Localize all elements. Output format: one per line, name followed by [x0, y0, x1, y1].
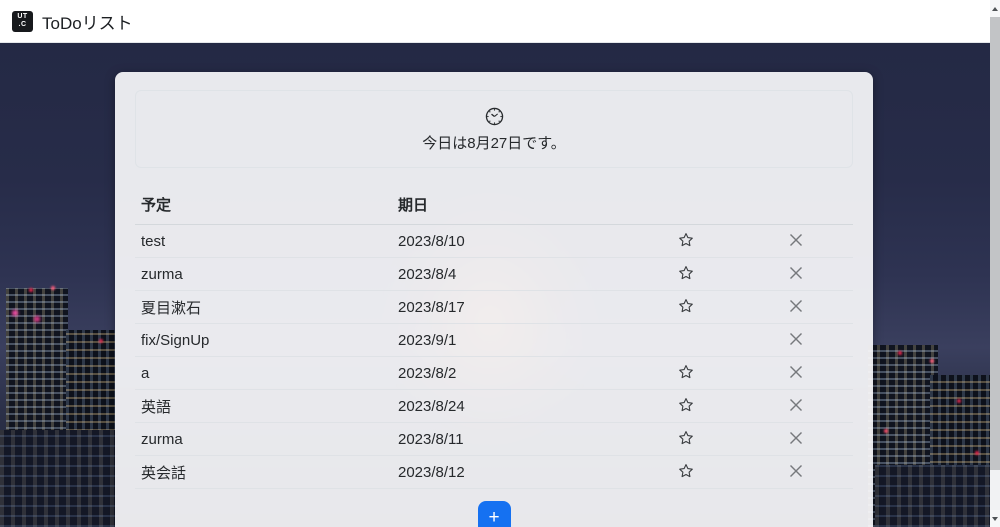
task-cell: test: [135, 225, 392, 258]
star-icon: [678, 232, 694, 248]
scroll-up-arrow-icon: [992, 7, 998, 11]
favorite-star-button[interactable]: [674, 461, 698, 481]
table-row: fix/SignUp 2023/9/1: [135, 324, 853, 357]
delete-x-button[interactable]: [784, 428, 808, 448]
favorite-star-button[interactable]: [674, 296, 698, 316]
page-title: ToDoリスト: [42, 9, 133, 34]
close-x-icon: [788, 298, 804, 314]
delete-x-button[interactable]: [784, 395, 808, 415]
column-header-task: 予定: [135, 188, 392, 225]
building: [875, 465, 990, 527]
task-cell: 英語: [135, 390, 392, 423]
delete-x-button[interactable]: [784, 461, 808, 481]
browser-viewport: UT .C ToDoリスト 今日は8月27日です。: [0, 0, 1000, 527]
app-header: UT .C ToDoリスト: [0, 0, 990, 43]
due-date-cell: 2023/8/11: [392, 423, 634, 456]
due-date-cell: 2023/9/1: [392, 324, 634, 357]
logo-text-top: UT: [17, 13, 27, 21]
star-icon: [678, 364, 694, 380]
table-row: 夏目漱石 2023/8/17: [135, 291, 853, 324]
table-row: zurma 2023/8/11: [135, 423, 853, 456]
delete-x-button[interactable]: [784, 296, 808, 316]
due-date-cell: 2023/8/2: [392, 357, 634, 390]
table-row: test 2023/8/10: [135, 225, 853, 258]
task-cell: zurma: [135, 258, 392, 291]
table-header-row: 予定 期日: [135, 188, 853, 225]
today-message: 今日は8月27日です。: [422, 132, 566, 153]
star-icon: [678, 430, 694, 446]
favorite-star-button[interactable]: [674, 428, 698, 448]
add-row: +: [135, 489, 853, 527]
task-cell: 英会話: [135, 456, 392, 489]
close-x-icon: [788, 463, 804, 479]
table-row: a 2023/8/2: [135, 357, 853, 390]
due-date-cell: 2023/8/4: [392, 258, 634, 291]
scrollbar[interactable]: [990, 0, 1000, 527]
close-x-icon: [788, 430, 804, 446]
add-todo-button[interactable]: +: [478, 501, 511, 527]
due-date-cell: 2023/8/17: [392, 291, 634, 324]
clock-icon: [484, 106, 505, 127]
task-cell: fix/SignUp: [135, 324, 392, 357]
favorite-star-button[interactable]: [674, 362, 698, 382]
delete-x-button[interactable]: [784, 329, 808, 349]
table-row: zurma 2023/8/4: [135, 258, 853, 291]
delete-x-button[interactable]: [784, 263, 808, 283]
scroll-thumb[interactable]: [990, 17, 1000, 470]
scroll-up-button[interactable]: [990, 0, 1000, 17]
scroll-down-arrow-icon: [992, 517, 998, 521]
column-header-delete: [738, 188, 853, 225]
star-icon: [678, 298, 694, 314]
close-x-icon: [788, 265, 804, 281]
column-header-star: [634, 188, 738, 225]
due-date-cell: 2023/8/10: [392, 225, 634, 258]
favorite-star-button[interactable]: [674, 395, 698, 415]
due-date-cell: 2023/8/12: [392, 456, 634, 489]
todo-table: 予定 期日 test 2023/8/10: [135, 188, 853, 489]
delete-x-button[interactable]: [784, 362, 808, 382]
due-date-cell: 2023/8/24: [392, 390, 634, 423]
table-row: 英会話 2023/8/12: [135, 456, 853, 489]
building: [0, 430, 118, 527]
close-x-icon: [788, 364, 804, 380]
close-x-icon: [788, 232, 804, 248]
task-cell: 夏目漱石: [135, 291, 392, 324]
task-cell: zurma: [135, 423, 392, 456]
delete-x-button[interactable]: [784, 230, 808, 250]
star-icon: [678, 397, 694, 413]
star-icon: [678, 265, 694, 281]
table-row: 英語 2023/8/24: [135, 390, 853, 423]
column-header-due: 期日: [392, 188, 634, 225]
favorite-star-button[interactable]: [674, 263, 698, 283]
logo-text-bottom: .C: [19, 21, 27, 29]
close-x-icon: [788, 397, 804, 413]
task-cell: a: [135, 357, 392, 390]
today-banner: 今日は8月27日です。: [135, 90, 853, 168]
favorite-star-button[interactable]: [674, 230, 698, 250]
close-x-icon: [788, 331, 804, 347]
app-logo-icon: UT .C: [12, 11, 33, 32]
star-icon: [678, 463, 694, 479]
todo-card: 今日は8月27日です。 予定 期日 test 2023/8/10: [115, 72, 873, 527]
scroll-down-button[interactable]: [990, 510, 1000, 527]
